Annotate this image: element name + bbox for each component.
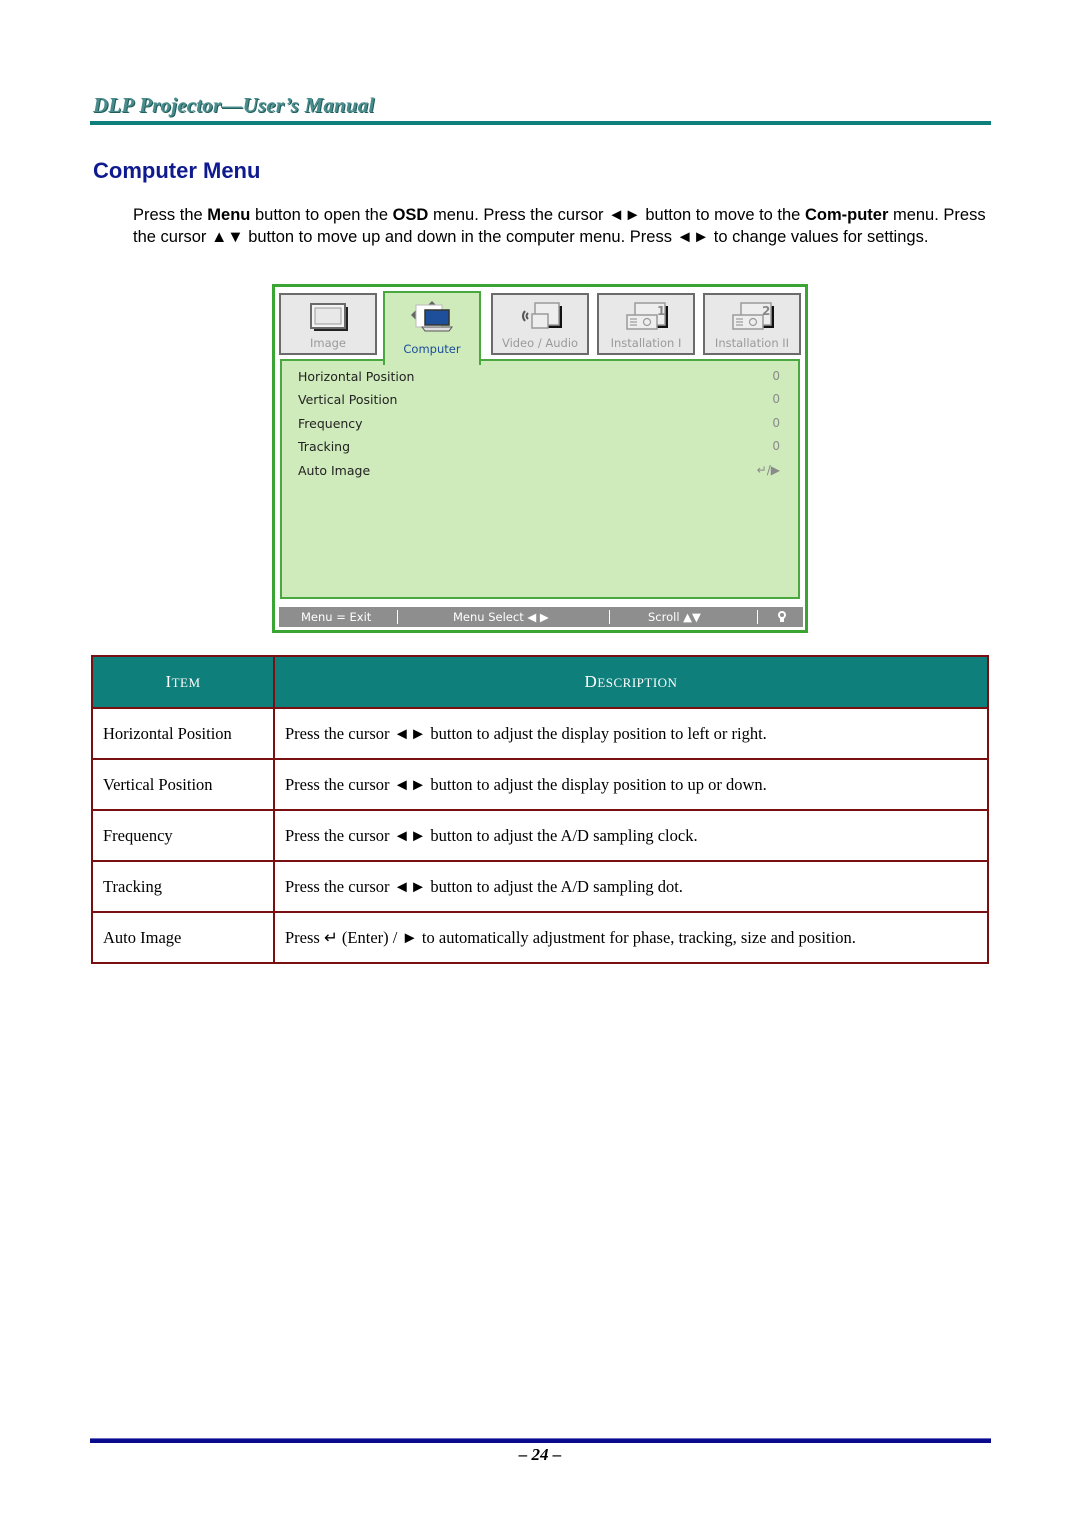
installation-1-icon: 1 [626, 302, 668, 330]
osd-item-horizontal-position[interactable]: Horizontal Position 0 [298, 367, 780, 389]
osd-item-label: Horizontal Position [298, 369, 415, 384]
column-header-item: ITEM [91, 655, 275, 709]
image-icon [310, 303, 348, 331]
intro-text-1: Press the [133, 206, 208, 224]
section-title: Computer Menu [93, 158, 261, 183]
osd-settings-panel: Horizontal Position 0 Vertical Position … [280, 359, 800, 599]
description-cell: Press the cursor ◄► button to adjust the… [273, 860, 989, 913]
osd-tab-label: Installation II [714, 336, 790, 350]
svg-text:1: 1 [657, 304, 665, 318]
intro-bold-computer: Com-puter [804, 206, 889, 224]
manual-header-title: DLP Projector—User’s Manual [93, 93, 375, 117]
enter-or-right-icon: ↵/▶ [756, 463, 780, 477]
osd-item-frequency[interactable]: Frequency 0 [298, 414, 780, 436]
osd-tab-image[interactable]: Image [279, 293, 377, 355]
osd-hint-separator [609, 610, 610, 624]
table-row: Vertical Position Press the cursor ◄► bu… [91, 758, 989, 811]
osd-item-label: Frequency [298, 416, 363, 431]
intro-text-2: button to open the [250, 206, 393, 224]
installation-2-icon: 2 [732, 302, 774, 330]
lightbulb-icon [778, 611, 786, 622]
osd-menu-screenshot: Image Computer Video / Audio 1 Installat… [272, 284, 808, 633]
description-cell: Press ↵ (Enter) / ► to automatically adj… [273, 911, 989, 964]
table-row: Auto Image Press ↵ (Enter) / ► to automa… [91, 911, 989, 964]
description-cell: Press the cursor ◄► button to adjust the… [273, 809, 989, 862]
item-description-table: ITEM DESCRIPTION Horizontal Position Pre… [91, 655, 989, 964]
osd-item-tracking[interactable]: Tracking 0 [298, 437, 780, 459]
footer-divider [90, 1438, 991, 1443]
item-cell: Auto Image [91, 911, 275, 964]
item-cell: Frequency [91, 809, 275, 862]
osd-item-label: Auto Image [298, 463, 371, 478]
table-row: Horizontal Position Press the cursor ◄► … [91, 707, 989, 760]
intro-bold-menu: Menu [207, 206, 251, 224]
osd-item-value: 0 [772, 416, 780, 430]
table-row: Frequency Press the cursor ◄► button to … [91, 809, 989, 862]
osd-tab-label: Video / Audio [501, 336, 579, 350]
item-cell: Tracking [91, 860, 275, 913]
header-divider [90, 121, 991, 125]
column-header-description: DESCRIPTION [273, 655, 989, 709]
osd-tab-bar: Image Computer Video / Audio 1 Installat… [279, 291, 803, 365]
osd-tab-installation-2[interactable]: 2 Installation II [703, 293, 801, 355]
osd-tab-label: Installation I [610, 336, 682, 350]
osd-tab-video-audio[interactable]: Video / Audio [491, 293, 589, 355]
description-cell: Press the cursor ◄► button to adjust the… [273, 758, 989, 811]
table-header-row: ITEM DESCRIPTION [91, 655, 989, 709]
computer-icon [411, 301, 453, 332]
intro-text-3: menu. Press the cursor ◄► button to move… [428, 206, 805, 224]
intro-paragraph: Press the Menu button to open the OSD me… [133, 204, 993, 248]
table-row: Tracking Press the cursor ◄► button to a… [91, 860, 989, 913]
item-cell: Vertical Position [91, 758, 275, 811]
osd-tab-installation-1[interactable]: 1 Installation I [597, 293, 695, 355]
item-cell: Horizontal Position [91, 707, 275, 760]
osd-tab-label: Computer [403, 342, 461, 356]
osd-tab-computer[interactable]: Computer [383, 291, 481, 365]
svg-text:2: 2 [762, 304, 770, 318]
osd-hint-scroll: Scroll ▲▼ [648, 610, 701, 624]
osd-item-value: 0 [772, 392, 780, 406]
osd-hint-menu-select: Menu Select ◀ ▶ [453, 610, 549, 624]
description-cell: Press the cursor ◄► button to adjust the… [273, 707, 989, 760]
osd-footer-hint-bar: Menu = Exit Menu Select ◀ ▶ Scroll ▲▼ [279, 607, 803, 627]
video-audio-icon [522, 302, 562, 329]
osd-hint-exit: Menu = Exit [301, 610, 372, 624]
osd-hint-separator [757, 610, 758, 624]
osd-item-value: 0 [772, 439, 780, 453]
osd-item-vertical-position[interactable]: Vertical Position 0 [298, 390, 780, 412]
osd-item-auto-image[interactable]: Auto Image ↵/▶ [298, 461, 780, 483]
intro-bold-osd: OSD [392, 206, 429, 224]
osd-hint-separator [397, 610, 398, 624]
osd-tab-label: Image [309, 336, 347, 350]
page-number: – 24 – [518, 1445, 562, 1464]
osd-item-label: Vertical Position [298, 392, 398, 407]
osd-item-label: Tracking [298, 439, 351, 454]
osd-item-value: 0 [772, 369, 780, 383]
